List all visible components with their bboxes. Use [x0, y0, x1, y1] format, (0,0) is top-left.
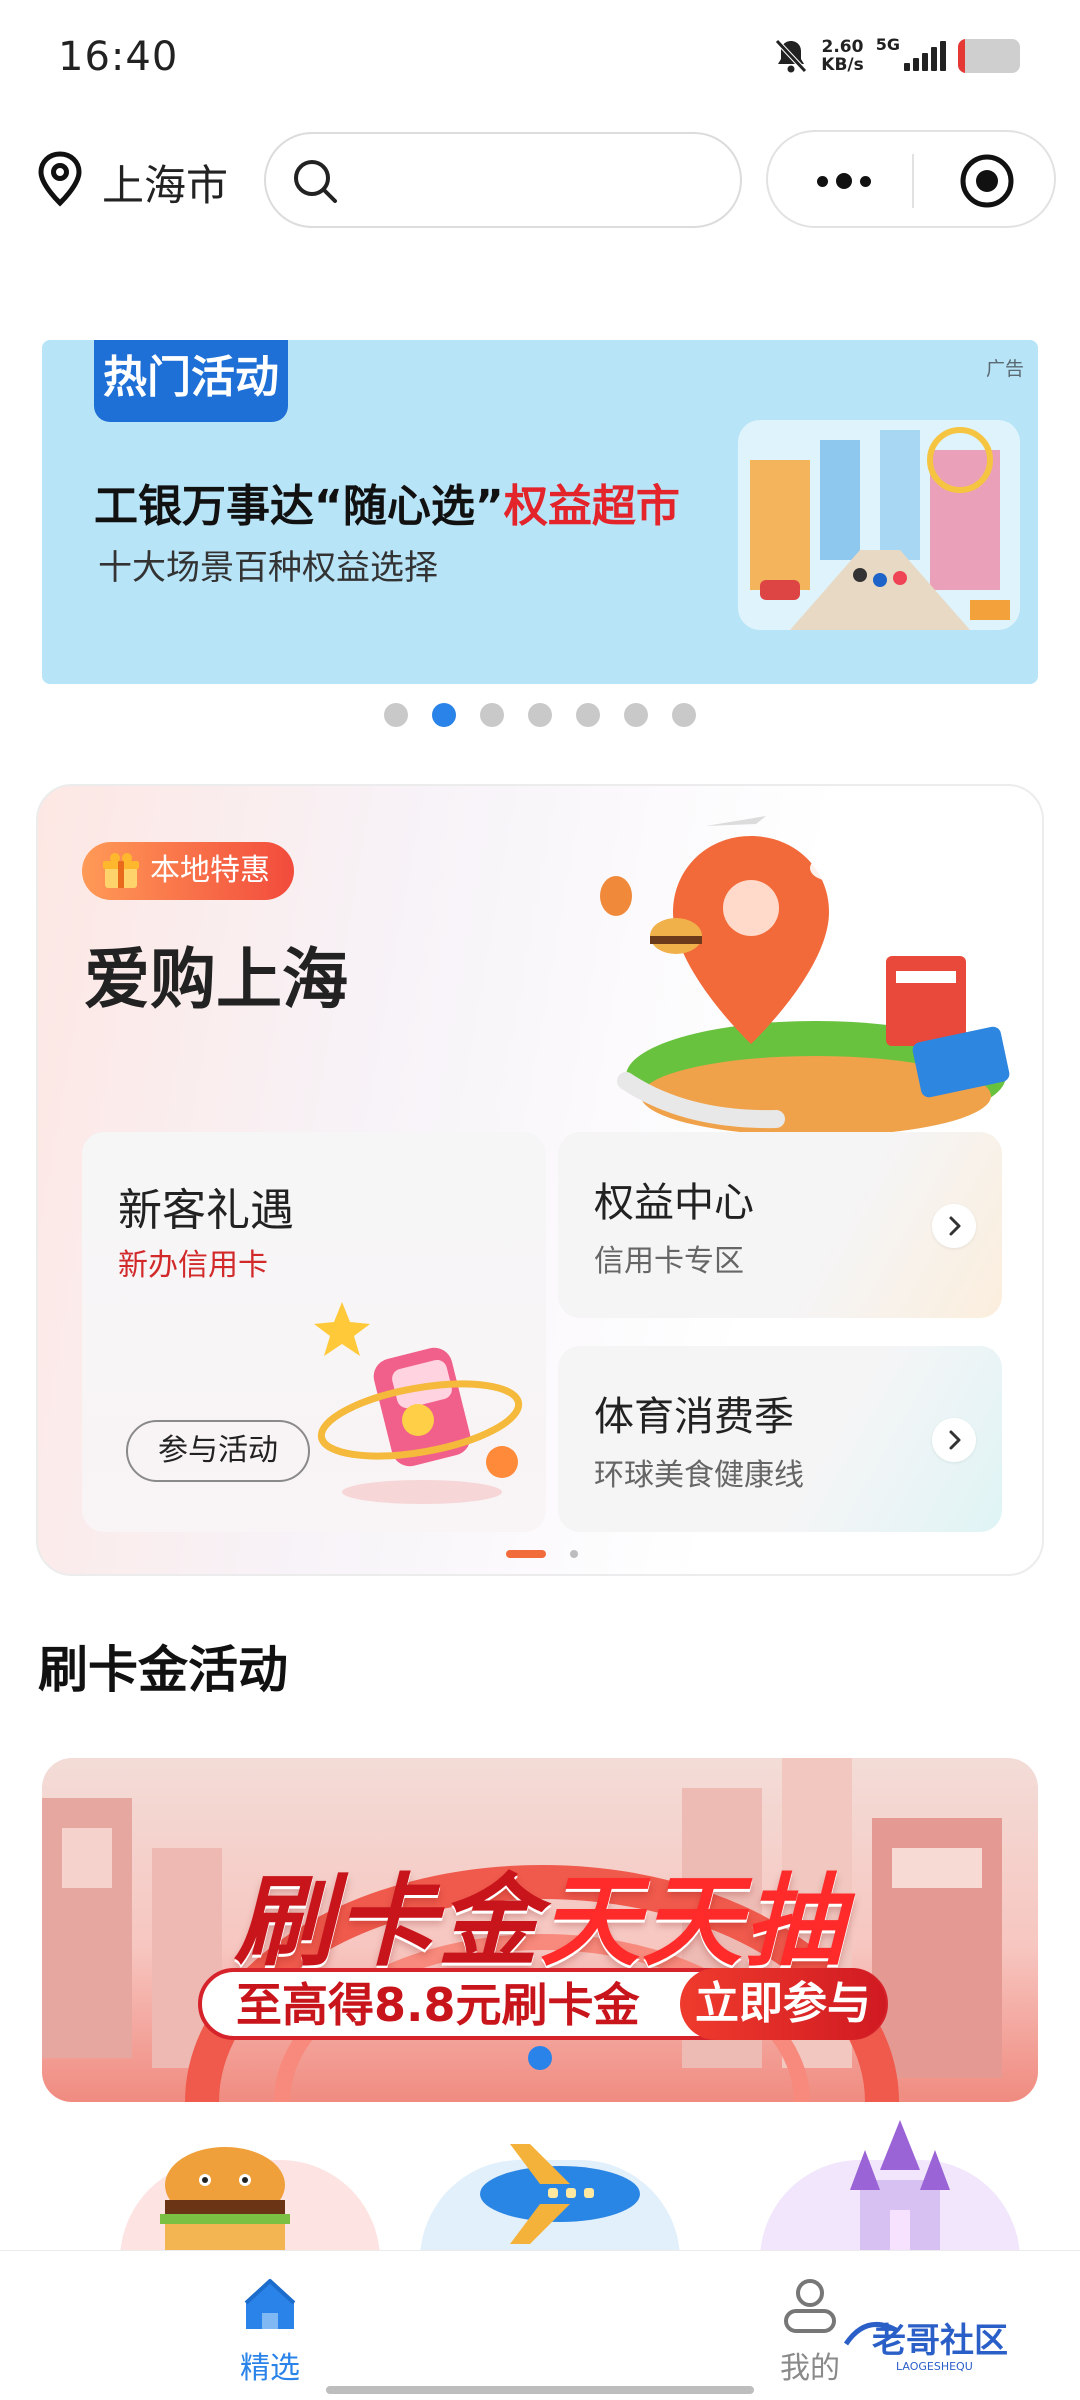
local-offer-tag-label: 本地特惠 [150, 853, 270, 888]
sports-consumption-subtitle: 环球美食健康线 [594, 1458, 804, 1493]
city-selector[interactable]: 上海市 [102, 152, 228, 213]
airplane-icon[interactable] [470, 2144, 650, 2244]
signal-icon [904, 41, 946, 71]
search-icon [294, 160, 337, 203]
rights-center-tile[interactable]: 权益中心 信用卡专区 [558, 1132, 1002, 1318]
map-pin-island-illustration [600, 816, 1010, 1136]
castle-icon[interactable] [840, 2120, 960, 2250]
sports-consumption-tile[interactable]: 体育消费季 环球美食健康线 [558, 1346, 1002, 1532]
pagination-dot[interactable] [506, 1550, 546, 1558]
network-type: 5G [875, 34, 900, 54]
mini-program-capsule [766, 130, 1056, 228]
home-icon [244, 2279, 296, 2329]
promo-pagination-dot [528, 2046, 552, 2070]
card-title: 爱购上海 [84, 941, 348, 1018]
tab-featured[interactable]: 精选 [170, 2251, 370, 2400]
burger-icon[interactable] [150, 2140, 300, 2250]
watermark-logo: 老哥社区 LAOGESHEQU [839, 2312, 1063, 2373]
new-customer-title: 新客礼遇 [118, 1185, 294, 1236]
ad-label: 广告 [985, 358, 1024, 380]
net-speed: 2.60 KB/s [821, 38, 863, 74]
city-street-illustration [738, 420, 1020, 630]
promo-offer-pill: 至高得8.8元刷卡金 立即参与 [198, 1968, 888, 2040]
chevron-right-icon [932, 1418, 976, 1462]
section-title: 刷卡金活动 [38, 1641, 288, 1699]
category-icons-row [0, 2120, 1080, 2250]
battery-icon [958, 39, 1020, 73]
location-pin-icon[interactable] [34, 150, 86, 208]
pagination-dot[interactable] [570, 1550, 578, 1558]
user-icon [784, 2279, 836, 2333]
banner-title-highlight: 权益超市 [503, 481, 680, 532]
pagination-dot[interactable] [384, 703, 408, 727]
join-activity-button[interactable]: 参与活动 [126, 1420, 310, 1482]
gift-icon [103, 853, 139, 888]
sports-consumption-title: 体育消费季 [594, 1394, 794, 1440]
pagination-dot[interactable] [576, 703, 600, 727]
local-offers-card: 本地特惠 爱购上海 新客礼遇 新办信用卡 参与活动 权益中心 信用卡专区 体育消… [36, 784, 1044, 1576]
banner-title: 工银万事达“随心选”权益超市 [94, 470, 680, 534]
pagination-dot[interactable] [624, 703, 648, 727]
rights-center-subtitle: 信用卡专区 [594, 1244, 744, 1279]
status-time: 16:40 [58, 34, 179, 80]
watermark-subtext: LAOGESHEQU [896, 2360, 973, 2373]
status-icons: 2.60 KB/s 5G [773, 34, 1020, 78]
pagination-dot[interactable] [432, 703, 456, 727]
card-reward-promo-banner[interactable]: 刷卡金天天抽 至高得8.8元刷卡金 立即参与 [42, 1758, 1038, 2102]
rights-center-title: 权益中心 [594, 1180, 754, 1226]
mute-bell-icon [775, 39, 808, 73]
new-customer-subtitle: 新办信用卡 [118, 1248, 268, 1283]
card-pagination [506, 1550, 578, 1558]
promo-title-a: 刷卡金 [234, 1863, 540, 1980]
pagination-dot[interactable] [672, 703, 696, 727]
more-icon[interactable] [804, 156, 884, 206]
capsule-divider [912, 154, 914, 208]
promo-offer-text: 至高得8.8元刷卡金 [236, 1978, 640, 2032]
promo-title-b: 天天抽 [540, 1863, 846, 1980]
target-icon[interactable] [958, 152, 1016, 210]
pagination-dot[interactable] [480, 703, 504, 727]
net-speed-unit: KB/s [821, 55, 864, 75]
tab-featured-label: 精选 [240, 2351, 300, 2386]
pagination-dot[interactable] [528, 703, 552, 727]
home-indicator[interactable] [326, 2386, 754, 2394]
red-pouch-illustration [314, 1302, 523, 1504]
search-input[interactable] [264, 132, 742, 228]
net-speed-value: 2.60 [821, 37, 864, 57]
local-offer-tag: 本地特惠 [82, 842, 294, 900]
banner-title-main: 工银万事达“随心选” [94, 481, 504, 532]
battery-level [958, 39, 966, 73]
hot-activity-banner[interactable]: 热门活动 广告 工银万事达“随心选”权益超市 十大场景百种权益选择 [42, 340, 1038, 684]
watermark-text: 老哥社区 [872, 2321, 1008, 2361]
banner-pagination [384, 703, 696, 727]
join-now-button[interactable]: 立即参与 [680, 1968, 886, 2040]
promo-title: 刷卡金天天抽 [42, 1840, 1038, 1985]
hot-activity-tag: 热门活动 [94, 340, 288, 422]
banner-subtitle: 十大场景百种权益选择 [98, 548, 438, 588]
status-bar: 16:40 2.60 KB/s 5G [0, 0, 1080, 120]
top-bar: 上海市 [0, 128, 1080, 228]
new-customer-tile[interactable]: 新客礼遇 新办信用卡 参与活动 [82, 1132, 546, 1532]
chevron-right-icon [932, 1204, 976, 1248]
